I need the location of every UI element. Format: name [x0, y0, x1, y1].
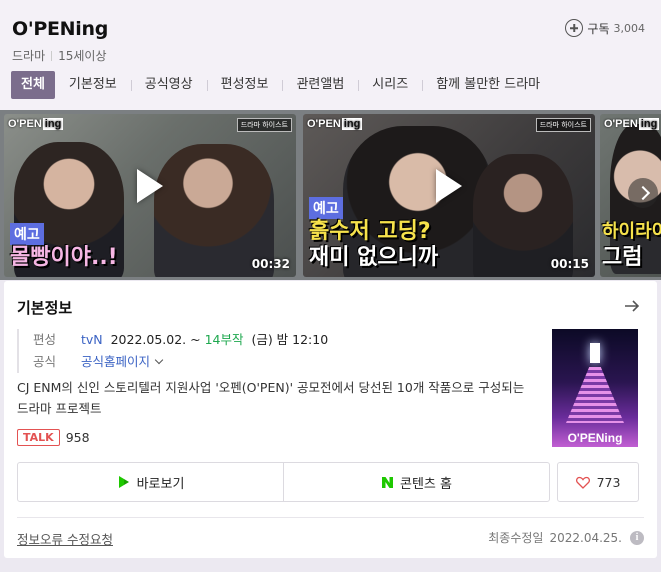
- subscribe-button[interactable]: 구독 3,004: [565, 19, 645, 37]
- official-label: 공식: [33, 354, 57, 369]
- program-title: O'PENing: [12, 18, 109, 40]
- program-meta: 드라마 15세이상: [12, 47, 107, 64]
- play-icon: [137, 168, 163, 203]
- video-brand: O'PEN ing: [307, 118, 363, 130]
- subscribe-count: 3,004: [613, 21, 646, 35]
- info-icon[interactable]: i: [630, 530, 644, 545]
- tab-schedule[interactable]: 편성정보: [206, 71, 283, 99]
- video-duration: 00:32: [251, 257, 290, 271]
- video-thumbnail[interactable]: O'PEN ing 드라마 하이스트 예고 흙수저 고딩? 재미 없으니까 00:…: [303, 114, 595, 277]
- tab-recommended[interactable]: 함께 볼만한 드라마: [422, 71, 554, 99]
- play-icon: [436, 168, 462, 203]
- meta-divider: [51, 51, 53, 61]
- like-count: 773: [596, 474, 621, 490]
- like-button[interactable]: 773: [557, 462, 639, 502]
- info-rows: 편성 tvN 2022.05.02. ~ 14부작 (금) 밤 12:10 공식…: [17, 329, 328, 373]
- tab-all[interactable]: 전체: [11, 71, 55, 99]
- broadcast-row: 편성 tvN 2022.05.02. ~ 14부작 (금) 밤 12:10: [33, 329, 328, 351]
- caption-tag: 예고: [10, 223, 44, 245]
- watch-now-button[interactable]: 바로보기: [18, 463, 283, 501]
- poster-title: O'PENing: [567, 431, 623, 445]
- age-rating: 15세이상: [58, 49, 107, 63]
- air-date: 2022.05.02. ~: [110, 332, 201, 347]
- channel-logo: 드라마 하이스트: [236, 118, 292, 132]
- talk-section: TALK 958: [17, 429, 90, 446]
- tab-official-video[interactable]: 공식영상: [130, 71, 207, 99]
- caption-text: 하이라이: [602, 221, 661, 242]
- divider: [17, 517, 644, 518]
- video-brand: O'PEN ing: [8, 118, 64, 130]
- program-poster[interactable]: O'PENing: [552, 329, 638, 447]
- updated-date: 2022.04.25.: [549, 530, 622, 545]
- video-caption: 예고 몰빵이야..!: [10, 223, 118, 271]
- official-homepage-link[interactable]: 공식홈페이지: [81, 354, 150, 369]
- action-buttons: 바로보기 콘텐츠 홈: [17, 462, 550, 502]
- video-duration: 00:15: [550, 257, 589, 271]
- program-header: O'PENing 드라마 15세이상 구독 3,004 전체 기본정보 공식영상 …: [0, 0, 661, 110]
- tab-bar: 전체 기본정보 공식영상 편성정보 관련앨범 시리즈 함께 볼만한 드라마: [11, 71, 554, 99]
- section-title: 기본정보: [17, 299, 73, 317]
- caption-text: 몰빵이야..!: [10, 245, 118, 270]
- air-schedule: (금) 밤 12:10: [251, 332, 329, 347]
- carousel-next-button[interactable]: [628, 178, 658, 208]
- watch-now-label: 바로보기: [136, 476, 185, 492]
- play-logo-icon: [118, 476, 129, 488]
- video-caption: 하이라이 그럼: [602, 219, 661, 271]
- basic-info-card: 기본정보 편성 tvN 2022.05.02. ~ 14부작 (금) 밤 12:…: [4, 281, 657, 558]
- poster-door: [590, 343, 600, 363]
- caption-text: 재미 없으니까: [309, 245, 439, 270]
- poster-stairs: [566, 367, 624, 423]
- content-home-button[interactable]: 콘텐츠 홈: [283, 463, 549, 501]
- last-updated: 최종수정일 2022.04.25. i: [488, 529, 644, 546]
- genre-label: 드라마: [12, 49, 46, 63]
- plus-circle-icon: [565, 19, 584, 37]
- video-caption: 예고 흙수저 고딩? 재미 없으니까: [309, 197, 438, 271]
- tab-basic-info[interactable]: 기본정보: [55, 71, 131, 99]
- caption-text: 흙수저 고딩?: [309, 219, 431, 244]
- heart-icon: [575, 476, 590, 489]
- tab-series[interactable]: 시리즈: [358, 71, 422, 99]
- tab-album[interactable]: 관련앨범: [282, 71, 358, 99]
- talk-count: 958: [65, 430, 90, 445]
- naver-n-icon: [382, 476, 393, 488]
- talk-badge[interactable]: TALK: [17, 429, 60, 446]
- official-row: 공식 공식홈페이지: [33, 351, 328, 373]
- video-thumbnail[interactable]: O'PEN ing 드라마 하이스트 예고 몰빵이야..! 00:32: [4, 114, 296, 277]
- video-carousel: O'PEN ing 드라마 하이스트 예고 몰빵이야..! 00:32 O'PEN…: [0, 110, 661, 280]
- updated-label: 최종수정일: [488, 531, 544, 545]
- channel-link[interactable]: tvN: [81, 332, 103, 347]
- channel-logo: 드라마 하이스트: [535, 118, 591, 132]
- report-error-link[interactable]: 정보오류 수정요청: [17, 529, 113, 548]
- video-brand: O'PEN ing: [604, 118, 660, 130]
- caption-text: 그럼: [602, 245, 643, 270]
- chevron-down-icon[interactable]: [154, 355, 164, 365]
- episode-count: 14부작: [204, 332, 244, 347]
- program-description: CJ ENM의 신인 스토리텔러 지원사업 '오펜(O'PEN)' 공모전에서 …: [17, 380, 525, 416]
- broadcast-label: 편성: [33, 332, 57, 347]
- content-home-label: 콘텐츠 홈: [400, 476, 452, 492]
- subscribe-label: 구독: [587, 21, 610, 36]
- caption-tag: 예고: [309, 197, 343, 219]
- arrow-right-icon[interactable]: [623, 297, 641, 315]
